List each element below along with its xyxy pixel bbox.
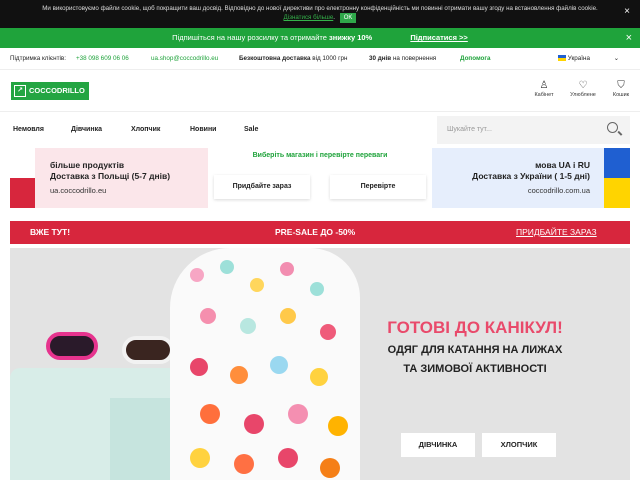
cookie-more-link[interactable]: Дізнатися більше xyxy=(284,14,334,21)
support-email-link[interactable]: ua.shop@coccodrillo.eu xyxy=(151,48,218,70)
support-phone-link[interactable]: +38 098 609 06 06 xyxy=(76,48,129,70)
white-goggles-image xyxy=(122,336,174,364)
check-button[interactable]: Перевірте xyxy=(330,175,426,199)
presale-banner[interactable]: ВЖЕ ТУТ! PRE-SALE ДО -50% ПРИДБАЙТЕ ЗАРА… xyxy=(10,221,630,244)
poland-flag-red xyxy=(10,178,36,208)
store-choice-banner: більше продуктів Доставка з Польщі (5-7 … xyxy=(10,148,630,208)
sale-buy-link[interactable]: ПРИДБАЙТЕ ЗАРАЗ xyxy=(516,221,597,244)
user-icon: ♙ xyxy=(539,80,549,91)
newsletter-close-icon[interactable]: × xyxy=(626,28,632,48)
sale-center-text: PRE-SALE ДО -50% xyxy=(275,227,356,237)
sale-left-text: ВЖЕ ТУТ! xyxy=(30,227,71,237)
help-link[interactable]: Допомога xyxy=(460,48,491,70)
ukraine-flag-yellow xyxy=(604,178,630,208)
newsletter-subscribe-link[interactable]: Підписатися >> xyxy=(410,33,467,42)
chevron-down-icon: ⌄ xyxy=(613,55,619,62)
cookie-close-icon[interactable]: × xyxy=(624,7,630,17)
hero-subtitle-line2: ТА ЗИМОВОЇ АКТИВНОСТІ xyxy=(403,363,547,375)
favorites-button[interactable]: ♡ Улюблене xyxy=(568,80,598,98)
ukraine-flag-blue xyxy=(604,148,630,178)
search-placeholder: Шукайте тут... xyxy=(447,126,492,133)
logo[interactable]: ↗ COCCODRILLO xyxy=(11,82,89,100)
promo-right-line1: мова UA і RU xyxy=(535,160,590,170)
support-label: Підтримка клієнтів: xyxy=(10,55,66,62)
logo-mark-icon: ↗ xyxy=(14,85,26,97)
search-input[interactable]: Шукайте тут... xyxy=(437,116,630,144)
polka-dot-jacket-image xyxy=(170,248,360,480)
return-info: 30 днів на повернення xyxy=(369,55,437,62)
nav-item-sale[interactable]: Sale xyxy=(244,113,258,147)
cookie-bar: Ми використовуємо файли cookie, щоб покр… xyxy=(0,0,640,28)
bag-icon: ⛉ xyxy=(617,80,625,91)
nav-item-news[interactable]: Новини xyxy=(190,113,216,147)
promo-center-title: Виберіть магазин і перевірте переваги xyxy=(252,152,388,159)
newsletter-bar: Підпишіться на нашу розсилку та отримайт… xyxy=(0,28,640,48)
newsletter-discount: знижку 10% xyxy=(329,33,373,42)
hero-title: ГОТОВІ ДО КАНІКУЛ! xyxy=(387,318,563,337)
promo-left-line1: більше продуктів xyxy=(50,160,125,170)
cookie-text: Ми використовуємо файли cookie, щоб покр… xyxy=(42,5,598,12)
hero-subtitle-line1: ОДЯГ ДЛЯ КАТАННЯ НА ЛИЖАХ xyxy=(387,344,563,356)
hero-boy-button[interactable]: ХЛОПЧИК xyxy=(482,433,556,457)
cookie-ok-button[interactable]: OK xyxy=(339,13,357,23)
country-selector[interactable]: Україна ⌄ xyxy=(558,48,619,70)
promo-left-url: ua.coccodrillo.eu xyxy=(50,186,107,195)
nav-item-baby[interactable]: Немовля xyxy=(13,113,44,147)
top-info-bar: Підтримка клієнтів: +38 098 609 06 06 ua… xyxy=(0,48,640,70)
buy-now-button[interactable]: Придбайте зараз xyxy=(214,175,310,199)
hero-girl-button[interactable]: ДІВЧИНКА xyxy=(401,433,475,457)
ukraine-flag-icon xyxy=(558,55,566,62)
promo-left-line2: Доставка з Польщі (5-7 днів) xyxy=(50,171,171,181)
account-button[interactable]: ♙ Кабінет xyxy=(529,80,559,98)
delivery-info: Безкоштовна доставка від 1000 грн xyxy=(239,55,348,62)
nav-item-girl[interactable]: Дівчинка xyxy=(71,113,102,147)
hero-banner: ГОТОВІ ДО КАНІКУЛ! ОДЯГ ДЛЯ КАТАННЯ НА Л… xyxy=(10,248,630,480)
promo-right-url: coccodrillo.com.ua xyxy=(527,186,590,195)
nav-item-boy[interactable]: Хлопчик xyxy=(131,113,160,147)
header: ↗ COCCODRILLO ♙ Кабінет ♡ Улюблене ⛉ Кош… xyxy=(0,70,640,112)
pink-goggles-image xyxy=(46,332,98,360)
promo-right-line2: Доставка з України ( 1-5 дні) xyxy=(472,171,590,181)
search-icon[interactable] xyxy=(607,122,618,133)
heart-icon: ♡ xyxy=(578,80,588,91)
newsletter-text: Підпишіться на нашу розсилку та отримайт… xyxy=(172,33,327,42)
cart-button[interactable]: ⛉ Кошик xyxy=(606,80,636,98)
